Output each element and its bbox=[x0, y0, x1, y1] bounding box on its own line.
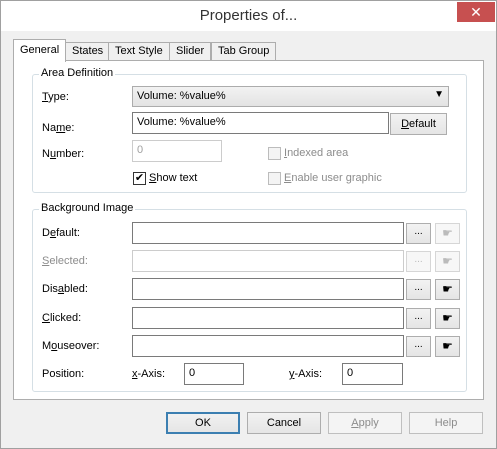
type-select-value: Volume: %value% bbox=[137, 90, 226, 102]
bg-default-pick-button[interactable]: ☛ bbox=[435, 223, 460, 244]
enable-user-graphic-checkbox[interactable] bbox=[268, 172, 281, 185]
tab-general[interactable]: General bbox=[13, 39, 67, 62]
default-button[interactable]: Default bbox=[390, 113, 447, 135]
bg-mouseover-input[interactable] bbox=[132, 335, 404, 357]
show-text-label: Show text bbox=[149, 172, 198, 184]
indexed-area-checkbox[interactable] bbox=[268, 147, 281, 160]
hand-pointer-icon: ☛ bbox=[442, 282, 453, 296]
number-input[interactable]: 0 bbox=[132, 140, 222, 162]
hand-pointer-icon: ☛ bbox=[442, 311, 453, 325]
bg-default-label: Default: bbox=[42, 227, 80, 239]
bg-disabled-browse-button[interactable]: ... bbox=[406, 279, 431, 300]
cancel-button[interactable]: Cancel bbox=[247, 412, 321, 434]
x-axis-label: x-Axis: bbox=[132, 368, 165, 380]
type-label: Type: bbox=[42, 91, 69, 103]
chevron-down-icon: ▼ bbox=[434, 89, 444, 100]
tab-text-style[interactable]: Text Style bbox=[108, 42, 170, 61]
tab-tab-group[interactable]: Tab Group bbox=[211, 42, 277, 61]
bg-mouseover-browse-button[interactable]: ... bbox=[406, 336, 431, 357]
name-label: Name: bbox=[42, 122, 75, 134]
y-axis-input[interactable]: 0 bbox=[342, 363, 403, 385]
checkmark-icon: ✔ bbox=[134, 172, 145, 184]
bg-mouseover-label: Mouseover: bbox=[42, 340, 100, 352]
name-input[interactable]: Volume: %value% bbox=[132, 112, 389, 134]
bg-default-browse-button[interactable]: ... bbox=[406, 223, 431, 244]
background-image-label: Background Image bbox=[39, 202, 136, 214]
type-select[interactable]: Volume: %value% ▼ bbox=[132, 86, 449, 107]
bg-disabled-input[interactable] bbox=[132, 278, 404, 300]
bg-mouseover-pick-button[interactable]: ☛ bbox=[435, 336, 460, 357]
enable-user-graphic-label: Enable user graphic bbox=[284, 172, 382, 184]
hand-pointer-icon: ☛ bbox=[442, 226, 453, 240]
number-label: Number: bbox=[42, 148, 85, 160]
bg-disabled-label: Disabled: bbox=[42, 283, 88, 295]
bg-selected-pick-button[interactable]: ☛ bbox=[435, 251, 460, 272]
y-axis-label: y-Axis: bbox=[289, 368, 322, 380]
help-button[interactable]: Help bbox=[409, 412, 483, 434]
properties-dialog: Properties of... ✕ General States Text S… bbox=[0, 0, 497, 449]
tab-states[interactable]: States bbox=[65, 42, 111, 61]
x-axis-input[interactable]: 0 bbox=[184, 363, 244, 385]
dialog-title: Properties of... bbox=[199, 7, 298, 24]
bg-clicked-pick-button[interactable]: ☛ bbox=[435, 308, 460, 329]
ok-button[interactable]: OK bbox=[166, 412, 240, 434]
bg-selected-browse-button[interactable]: ... bbox=[406, 251, 431, 272]
bg-disabled-pick-button[interactable]: ☛ bbox=[435, 279, 460, 300]
bg-selected-label: Selected: bbox=[42, 255, 88, 267]
tab-slider[interactable]: Slider bbox=[169, 42, 212, 61]
hand-pointer-icon: ☛ bbox=[442, 254, 453, 268]
apply-button[interactable]: Apply bbox=[328, 412, 402, 434]
position-label: Position: bbox=[42, 368, 85, 380]
tab-panel-general: Area Definition Type: Volume: %value% ▼ … bbox=[13, 60, 484, 400]
bg-default-input[interactable] bbox=[132, 222, 404, 244]
hand-pointer-icon: ☛ bbox=[442, 339, 453, 353]
indexed-area-label: Indexed area bbox=[284, 147, 349, 159]
area-definition-label: Area Definition bbox=[39, 67, 116, 79]
bg-clicked-browse-button[interactable]: ... bbox=[406, 308, 431, 329]
title-bar: Properties of... ✕ bbox=[1, 1, 496, 31]
bg-selected-input[interactable] bbox=[132, 250, 404, 272]
close-button[interactable]: ✕ bbox=[457, 2, 495, 22]
bg-clicked-input[interactable] bbox=[132, 307, 404, 329]
close-icon: ✕ bbox=[470, 4, 482, 20]
bg-clicked-label: Clicked: bbox=[42, 312, 82, 324]
show-text-checkbox[interactable]: ✔ bbox=[133, 172, 146, 185]
